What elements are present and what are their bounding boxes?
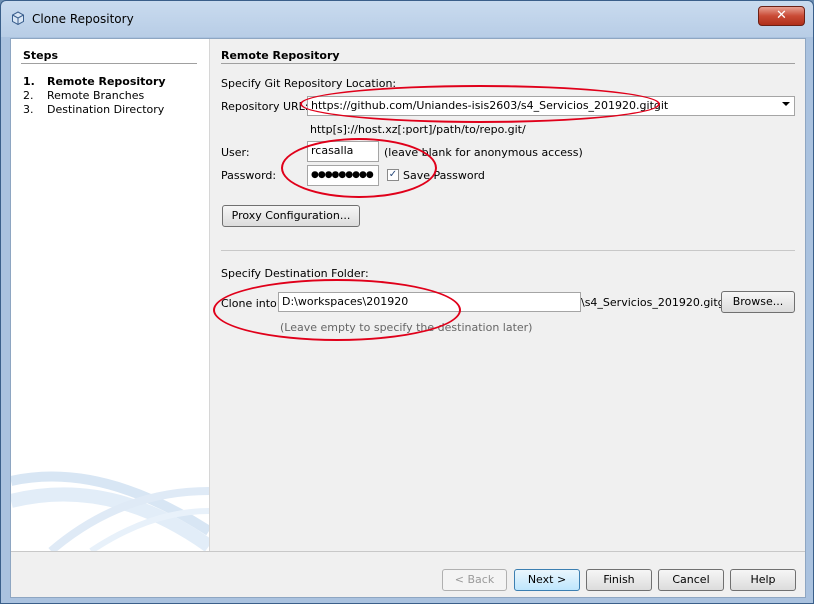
panel-title: Remote Repository	[221, 49, 340, 62]
browse-button[interactable]: Browse...	[721, 291, 795, 313]
clone-into-label: Clone into:	[221, 297, 281, 310]
clone-repository-dialog: Clone Repository ✕ Steps 1. Remote Reposi…	[0, 0, 814, 604]
save-password-label[interactable]: Save Password	[403, 169, 485, 182]
next-button[interactable]: Next >	[514, 569, 580, 591]
repository-url-label: Repository URL:	[221, 100, 309, 113]
repository-url-hint: http[s]://host.xz[:port]/path/to/repo.gi…	[310, 123, 526, 136]
check-icon: ✓	[388, 169, 398, 180]
steps-title: Steps	[23, 49, 59, 62]
section-divider	[221, 250, 795, 251]
step-remote-repository: 1. Remote Repository	[23, 75, 166, 88]
decorative-swirl-graphic	[11, 471, 209, 551]
close-icon: ✕	[776, 8, 787, 23]
finish-button[interactable]: Finish	[586, 569, 652, 591]
step-destination-directory: 3. Destination Directory	[23, 103, 165, 116]
cube-icon	[12, 11, 24, 25]
steps-panel: Steps 1. Remote Repository 2. Remote Branc…	[11, 39, 210, 551]
wizard-footer: < Back Next > Finish Cancel Help	[11, 551, 805, 598]
user-field[interactable]: rcasalla	[307, 141, 379, 162]
clone-into-hint: (Leave empty to specify the destination …	[280, 321, 533, 334]
user-hint: (leave blank for anonymous access)	[384, 146, 583, 159]
repository-url-value: https://github.com/Uniandes-isis2603/s4_…	[311, 99, 669, 112]
step-remote-branches: 2. Remote Branches	[23, 89, 145, 102]
window-title: Clone Repository	[32, 12, 134, 26]
proxy-configuration-button[interactable]: Proxy Configuration...	[222, 205, 360, 227]
back-button[interactable]: < Back	[442, 569, 507, 591]
help-button[interactable]: Help	[730, 569, 796, 591]
clone-into-field[interactable]: D:\workspaces\201920	[278, 292, 581, 312]
clone-into-suffix: \s4_Servicios_201920.gitgit	[581, 296, 733, 309]
location-label: Specify Git Repository Location:	[221, 77, 397, 90]
password-field[interactable]: ●●●●●●●●●	[307, 165, 379, 186]
steps-divider	[21, 63, 197, 64]
destination-label: Specify Destination Folder:	[221, 267, 369, 280]
remote-repository-panel: Remote Repository Specify Git Repository…	[209, 39, 805, 551]
user-label: User:	[221, 146, 250, 159]
dialog-content: Steps 1. Remote Repository 2. Remote Branc…	[10, 38, 806, 598]
save-password-checkbox[interactable]: ✓	[387, 169, 399, 181]
chevron-down-icon[interactable]	[782, 102, 790, 106]
panel-title-divider	[221, 63, 795, 64]
cancel-button[interactable]: Cancel	[658, 569, 724, 591]
title-bar[interactable]: Clone Repository ✕	[1, 1, 813, 37]
password-label: Password:	[221, 169, 277, 182]
close-button[interactable]: ✕	[758, 6, 805, 26]
repository-url-combo[interactable]: https://github.com/Uniandes-isis2603/s4_…	[307, 96, 795, 116]
